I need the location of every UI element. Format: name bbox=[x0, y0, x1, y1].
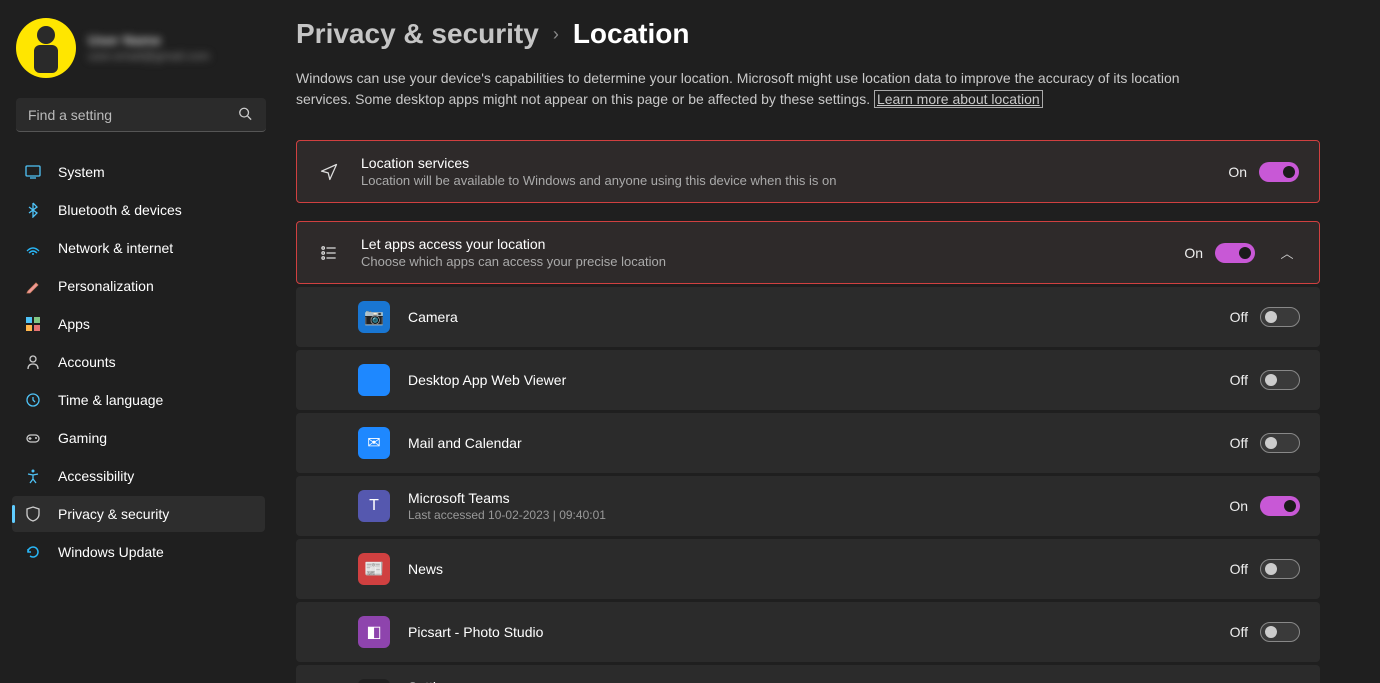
sidebar-item-accessibility[interactable]: Accessibility bbox=[12, 458, 265, 494]
app-toggle[interactable] bbox=[1260, 307, 1300, 327]
app-icon: T bbox=[358, 490, 390, 522]
page-title: Location bbox=[573, 18, 690, 50]
sidebar-item-apps[interactable]: Apps bbox=[12, 306, 265, 342]
app-toggle[interactable] bbox=[1260, 622, 1300, 642]
profile-email: user.email@gmail.com bbox=[88, 49, 210, 65]
let-apps-title: Let apps access your location bbox=[361, 236, 1164, 252]
app-list: 📷 Camera Off Desktop App Web Viewer Off ✉ Mail… bbox=[296, 287, 1320, 683]
apps-icon bbox=[24, 315, 42, 333]
app-last-accessed: Last accessed 10-02-2023 | 09:40:01 bbox=[408, 508, 1211, 522]
sidebar-item-gaming[interactable]: Gaming bbox=[12, 420, 265, 456]
sidebar-item-label: Windows Update bbox=[58, 544, 164, 560]
app-toggle[interactable] bbox=[1260, 496, 1300, 516]
app-row: 📷 Camera Off bbox=[296, 287, 1320, 347]
sidebar: User Name user.email@gmail.com System Blu… bbox=[0, 0, 290, 683]
sidebar-item-label: Accessibility bbox=[58, 468, 134, 484]
app-icon: ✉ bbox=[358, 427, 390, 459]
sidebar-item-label: System bbox=[58, 164, 105, 180]
avatar bbox=[16, 18, 76, 78]
description-text: Windows can use your device's capabiliti… bbox=[296, 70, 1180, 107]
app-icon: 📷 bbox=[358, 301, 390, 333]
let-apps-card[interactable]: Let apps access your location Choose whi… bbox=[296, 221, 1320, 284]
app-name: Camera bbox=[408, 309, 1212, 325]
privacy-icon bbox=[24, 505, 42, 523]
personalization-icon bbox=[24, 277, 42, 295]
app-name: News bbox=[408, 561, 1212, 577]
sidebar-item-accounts[interactable]: Accounts bbox=[12, 344, 265, 380]
accessibility-icon bbox=[24, 467, 42, 485]
app-row: ⚙SettingsLast accessed 10-02-2023 | 11:4… bbox=[296, 665, 1320, 683]
breadcrumb: Privacy & security › Location bbox=[296, 18, 1320, 50]
app-row: 📰 News Off bbox=[296, 539, 1320, 599]
sidebar-item-system[interactable]: System bbox=[12, 154, 265, 190]
app-toggle-state: On bbox=[1229, 498, 1248, 514]
sidebar-item-label: Privacy & security bbox=[58, 506, 169, 522]
chevron-right-icon: › bbox=[553, 24, 559, 45]
location-arrow-icon bbox=[317, 160, 341, 184]
app-name: Desktop App Web Viewer bbox=[408, 372, 1212, 388]
search-input[interactable] bbox=[16, 98, 266, 132]
page-description: Windows can use your device's capabiliti… bbox=[296, 68, 1196, 110]
chevron-up-icon[interactable]: ︿ bbox=[1275, 243, 1299, 262]
app-toggle-state: Off bbox=[1230, 624, 1248, 640]
sidebar-item-label: Time & language bbox=[58, 392, 163, 408]
let-apps-sub: Choose which apps can access your precis… bbox=[361, 254, 1164, 269]
learn-more-link[interactable]: Learn more about location bbox=[874, 90, 1043, 108]
let-apps-toggle[interactable] bbox=[1215, 243, 1255, 263]
location-services-state: On bbox=[1228, 164, 1247, 180]
app-toggle[interactable] bbox=[1260, 559, 1300, 579]
gaming-icon bbox=[24, 429, 42, 447]
update-icon bbox=[24, 543, 42, 561]
app-toggle[interactable] bbox=[1260, 370, 1300, 390]
bluetooth-icon bbox=[24, 201, 42, 219]
main-content: Privacy & security › Location Windows ca… bbox=[290, 0, 1380, 683]
sidebar-item-label: Gaming bbox=[58, 430, 107, 446]
let-apps-state: On bbox=[1184, 245, 1203, 261]
sidebar-item-label: Personalization bbox=[58, 278, 154, 294]
nav-list: System Bluetooth & devices Network & inter… bbox=[12, 154, 278, 570]
sidebar-item-bluetooth[interactable]: Bluetooth & devices bbox=[12, 192, 265, 228]
profile-block[interactable]: User Name user.email@gmail.com bbox=[12, 18, 278, 98]
app-toggle-state: Off bbox=[1230, 435, 1248, 451]
location-services-title: Location services bbox=[361, 155, 1208, 171]
network-icon bbox=[24, 239, 42, 257]
system-icon bbox=[24, 163, 42, 181]
app-icon: 📰 bbox=[358, 553, 390, 585]
app-icon: ⚙ bbox=[358, 679, 390, 683]
app-toggle-state: Off bbox=[1230, 561, 1248, 577]
sidebar-item-label: Network & internet bbox=[58, 240, 173, 256]
list-icon bbox=[317, 241, 341, 265]
app-toggle[interactable] bbox=[1260, 433, 1300, 453]
time-icon bbox=[24, 391, 42, 409]
sidebar-item-network[interactable]: Network & internet bbox=[12, 230, 265, 266]
sidebar-item-label: Bluetooth & devices bbox=[58, 202, 182, 218]
app-toggle-state: Off bbox=[1230, 372, 1248, 388]
app-name: Settings bbox=[408, 679, 1211, 683]
app-icon bbox=[358, 364, 390, 396]
app-icon: ◧ bbox=[358, 616, 390, 648]
app-row: ✉ Mail and Calendar Off bbox=[296, 413, 1320, 473]
sidebar-item-label: Apps bbox=[58, 316, 90, 332]
app-row: Desktop App Web Viewer Off bbox=[296, 350, 1320, 410]
search-box bbox=[16, 98, 274, 132]
accounts-icon bbox=[24, 353, 42, 371]
app-row: T Microsoft Teams Last accessed 10-02-2023… bbox=[296, 476, 1320, 536]
sidebar-item-label: Accounts bbox=[58, 354, 116, 370]
location-services-card[interactable]: Location services Location will be avail… bbox=[296, 140, 1320, 203]
app-row: ◧ Picsart - Photo Studio Off bbox=[296, 602, 1320, 662]
location-services-sub: Location will be available to Windows an… bbox=[361, 173, 1208, 188]
sidebar-item-time[interactable]: Time & language bbox=[12, 382, 265, 418]
location-services-toggle[interactable] bbox=[1259, 162, 1299, 182]
profile-name: User Name bbox=[88, 31, 210, 49]
sidebar-item-privacy[interactable]: Privacy & security bbox=[12, 496, 265, 532]
app-toggle-state: Off bbox=[1230, 309, 1248, 325]
app-name: Picsart - Photo Studio bbox=[408, 624, 1212, 640]
sidebar-item-update[interactable]: Windows Update bbox=[12, 534, 265, 570]
breadcrumb-parent[interactable]: Privacy & security bbox=[296, 18, 539, 50]
sidebar-item-personalization[interactable]: Personalization bbox=[12, 268, 265, 304]
app-name: Mail and Calendar bbox=[408, 435, 1212, 451]
app-name: Microsoft Teams bbox=[408, 490, 1211, 506]
